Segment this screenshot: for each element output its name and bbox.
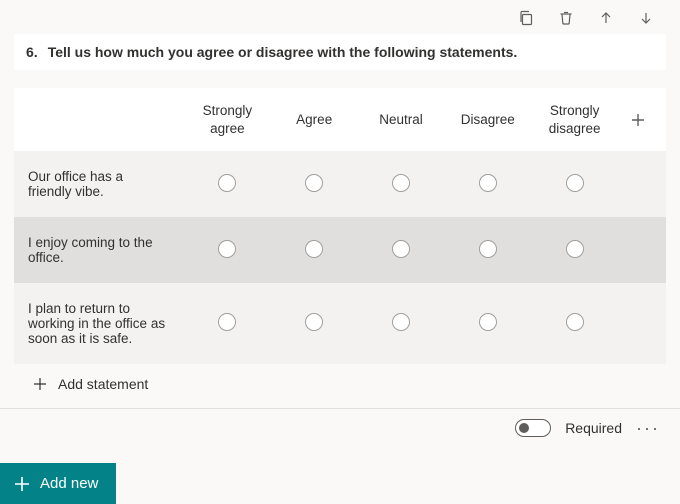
required-label: Required: [565, 420, 622, 436]
grid-row: I enjoy coming to the office.: [14, 217, 666, 283]
add-new-button[interactable]: Add new: [0, 463, 116, 504]
arrow-down-icon: [638, 10, 654, 26]
likert-radio[interactable]: [305, 240, 323, 258]
arrow-up-icon: [598, 10, 614, 26]
question-toolbar: [0, 0, 680, 28]
col-header[interactable]: Disagree: [444, 111, 531, 129]
add-statement-label: Add statement: [58, 376, 148, 392]
move-up-button[interactable]: [596, 8, 616, 28]
plus-icon: [14, 476, 30, 492]
likert-radio[interactable]: [566, 240, 584, 258]
row-label[interactable]: I plan to return to working in the offic…: [14, 301, 184, 346]
likert-radio[interactable]: [218, 174, 236, 192]
likert-radio[interactable]: [305, 313, 323, 331]
copy-icon: [518, 10, 534, 26]
plus-icon: [32, 376, 48, 392]
likert-radio[interactable]: [566, 313, 584, 331]
likert-radio[interactable]: [392, 313, 410, 331]
likert-radio[interactable]: [479, 174, 497, 192]
delete-button[interactable]: [556, 8, 576, 28]
toggle-knob: [519, 423, 529, 433]
likert-grid: Strongly agree Agree Neutral Disagree St…: [14, 88, 666, 364]
likert-radio[interactable]: [218, 240, 236, 258]
likert-radio[interactable]: [566, 174, 584, 192]
question-card: 6. Tell us how much you agree or disagre…: [0, 28, 680, 408]
question-number: 6.: [26, 44, 38, 60]
more-options-button[interactable]: ···: [636, 419, 660, 437]
likert-radio[interactable]: [392, 174, 410, 192]
grid-row: I plan to return to working in the offic…: [14, 283, 666, 364]
col-header[interactable]: Neutral: [358, 111, 445, 129]
row-label[interactable]: Our office has a friendly vibe.: [14, 169, 184, 199]
plus-icon: [630, 112, 646, 128]
col-header[interactable]: Strongly agree: [184, 102, 271, 137]
required-toggle[interactable]: [515, 419, 551, 437]
likert-radio[interactable]: [218, 313, 236, 331]
add-statement-button[interactable]: Add statement: [14, 364, 666, 408]
question-text: Tell us how much you agree or disagree w…: [48, 44, 518, 60]
col-header[interactable]: Agree: [271, 111, 358, 129]
copy-button[interactable]: [516, 8, 536, 28]
col-header[interactable]: Strongly disagree: [531, 102, 618, 137]
add-column-button[interactable]: [618, 112, 658, 128]
likert-radio[interactable]: [479, 313, 497, 331]
question-header[interactable]: 6. Tell us how much you agree or disagre…: [14, 34, 666, 70]
row-label[interactable]: I enjoy coming to the office.: [14, 235, 184, 265]
add-new-label: Add new: [40, 475, 98, 492]
move-down-button[interactable]: [636, 8, 656, 28]
grid-header-row: Strongly agree Agree Neutral Disagree St…: [14, 88, 666, 151]
likert-radio[interactable]: [305, 174, 323, 192]
trash-icon: [558, 10, 574, 26]
question-footer: Required ···: [0, 409, 680, 447]
likert-radio[interactable]: [479, 240, 497, 258]
likert-radio[interactable]: [392, 240, 410, 258]
grid-row: Our office has a friendly vibe.: [14, 151, 666, 217]
